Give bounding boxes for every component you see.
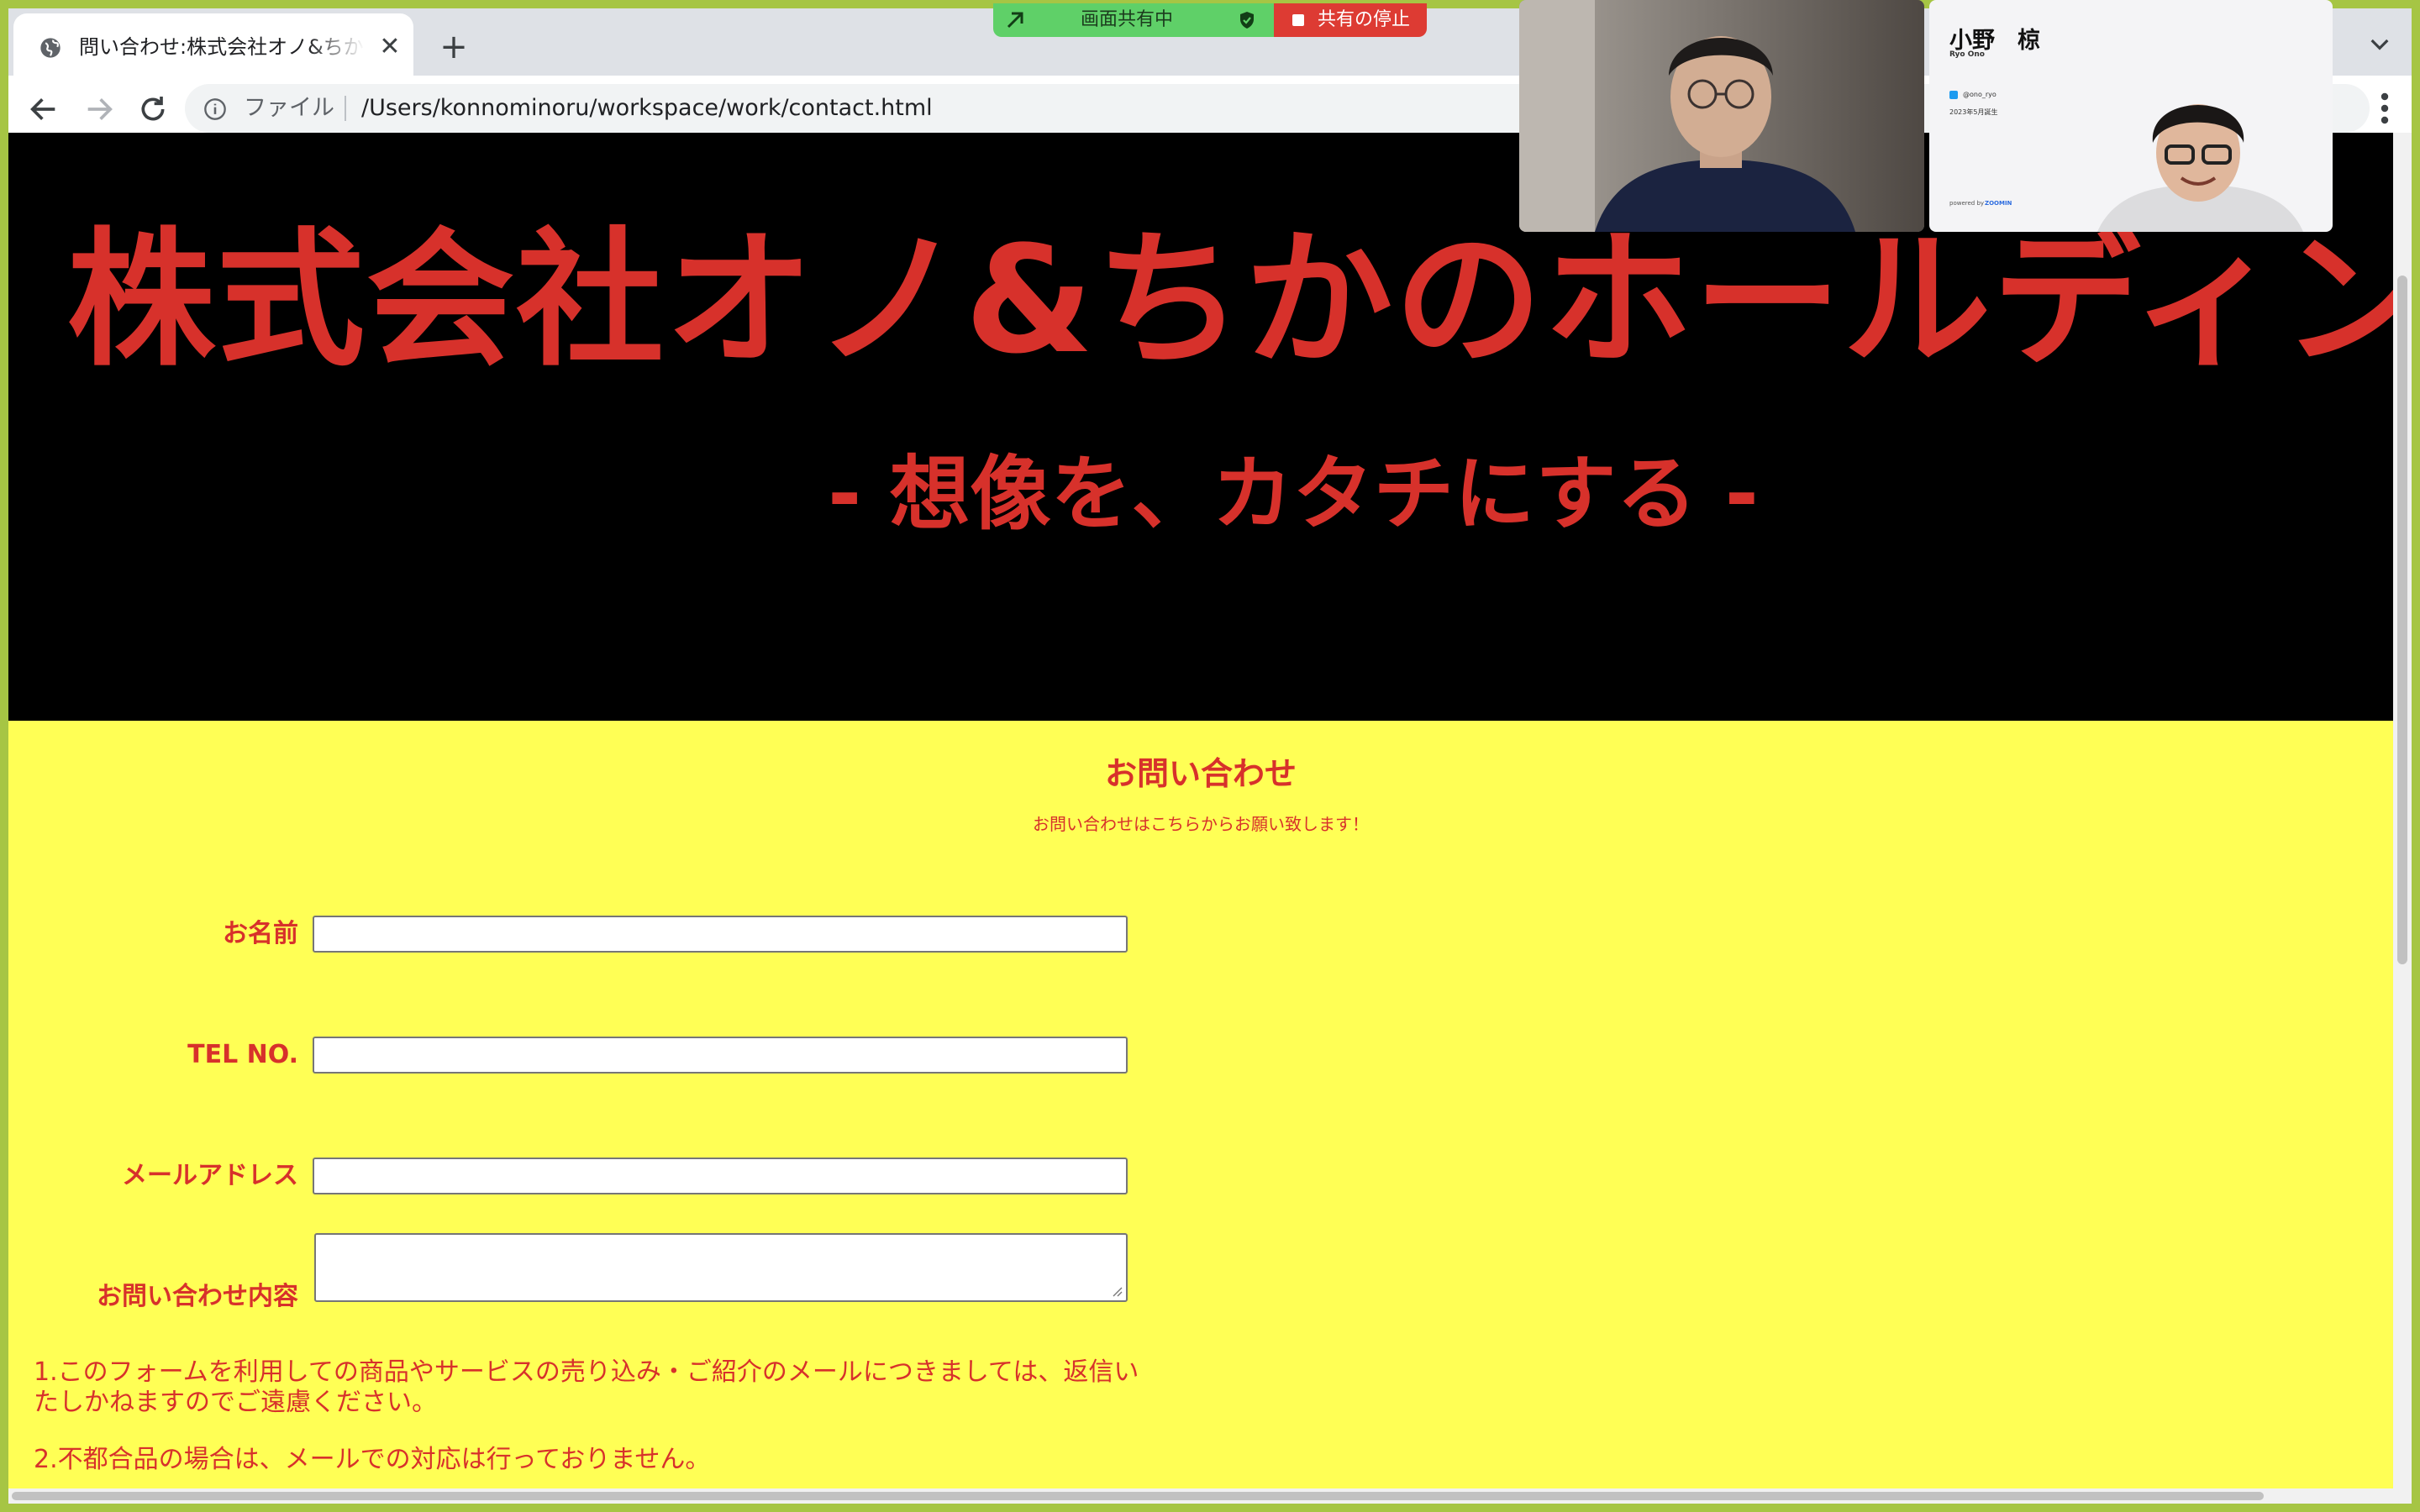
tagline: - 想像を、カタチにする - (828, 447, 1759, 541)
name-label: お名前 (223, 919, 298, 948)
participant-video-1[interactable] (1519, 0, 1924, 232)
note-2: 2.不都合品の場合は、メールでの対応は行っておりません。 (34, 1445, 711, 1474)
contact-section: お問い合わせ お問い合わせはこちらからお願い致します！ お名前 TEL NO. … (8, 721, 2393, 1504)
back-arrow-icon[interactable] (27, 92, 60, 126)
stop-share-label: 共有の停止 (1318, 9, 1411, 30)
browser-window: 問い合わせ:株式会社オノ&ちかのホールディングス ✕ + ファイル /Users… (8, 8, 2412, 1504)
tel-input[interactable] (313, 1037, 1128, 1074)
participant-1-image (1519, 0, 1924, 232)
name-input[interactable] (313, 916, 1128, 953)
share-logo-icon (1007, 12, 1023, 29)
tel-label: TEL NO. (187, 1040, 298, 1069)
close-tab-icon[interactable]: ✕ (376, 34, 403, 60)
participant-slide-brand: powered by (1949, 200, 1985, 207)
sharing-label: 画面共有中 (1081, 9, 1174, 30)
participant-slide-handle: @ono_ryo (1963, 91, 1996, 98)
reload-icon[interactable] (136, 92, 170, 126)
participant-slide-year: 2023年5月誕生 (1949, 108, 1998, 116)
message-textarea[interactable] (314, 1233, 1128, 1302)
company-name-heading: 株式会社オノ&ちかのホールディングス (67, 214, 2393, 386)
tab-contact[interactable]: 問い合わせ:株式会社オノ&ちかのホールディングス ✕ (13, 13, 413, 76)
stop-share-button[interactable]: 共有の停止 (1274, 3, 1427, 37)
participant-2-image (2097, 104, 2303, 232)
shield-check-icon (1240, 12, 1254, 29)
stop-icon (1292, 14, 1304, 26)
resize-grip-icon[interactable] (1111, 1285, 1123, 1297)
omnibox-divider (345, 96, 346, 121)
participant-video-2[interactable]: 小野 椋 Ryo Ono @ono_ryo 2023年5月誕生 powered … (1929, 0, 2333, 232)
horizontal-scroll-thumb[interactable] (12, 1492, 2264, 1500)
url-text[interactable]: /Users/konnominoru/workspace/work/contac… (361, 84, 933, 133)
forward-arrow-icon[interactable] (82, 92, 116, 126)
note-1: 1.このフォームを利用しての商品やサービスの売り込み・ご紹介のメールにつきまして… (34, 1357, 1139, 1417)
globe-icon (40, 38, 60, 58)
file-scheme-label: ファイル (244, 95, 334, 121)
new-tab-button[interactable]: + (437, 30, 471, 64)
participant-slide-romaji: Ryo Ono (1949, 50, 1985, 59)
tab-search-chevron-icon[interactable] (2366, 30, 2393, 57)
participant-slide-brand-logo: ZOOMIN (1985, 200, 2012, 207)
horizontal-scrollbar[interactable] (8, 1488, 2393, 1504)
screen-share-bar: 画面共有中 共有の停止 (993, 3, 1427, 37)
twitter-icon (1949, 91, 1958, 99)
page-viewport: 株式会社オノ&ちかのホールディングス - 想像を、カタチにする - お問い合わせ… (8, 133, 2393, 1504)
email-label: メールアドレス (122, 1161, 298, 1190)
contact-title: お問い合わせ (1104, 755, 1297, 792)
vertical-scrollbar[interactable] (2393, 133, 2412, 1504)
message-label: お問い合わせ内容 (97, 1282, 298, 1311)
more-vert-icon[interactable] (2375, 91, 2395, 126)
email-input[interactable] (313, 1158, 1128, 1194)
vertical-scroll-thumb[interactable] (2397, 276, 2407, 964)
info-icon[interactable] (203, 97, 227, 121)
sharing-status[interactable]: 画面共有中 (993, 3, 1274, 37)
tab-title: 問い合わせ:株式会社オノ&ちかのホールディングス (79, 35, 365, 59)
contact-subtitle: お問い合わせはこちらからお願い致します！ (1033, 814, 1369, 834)
